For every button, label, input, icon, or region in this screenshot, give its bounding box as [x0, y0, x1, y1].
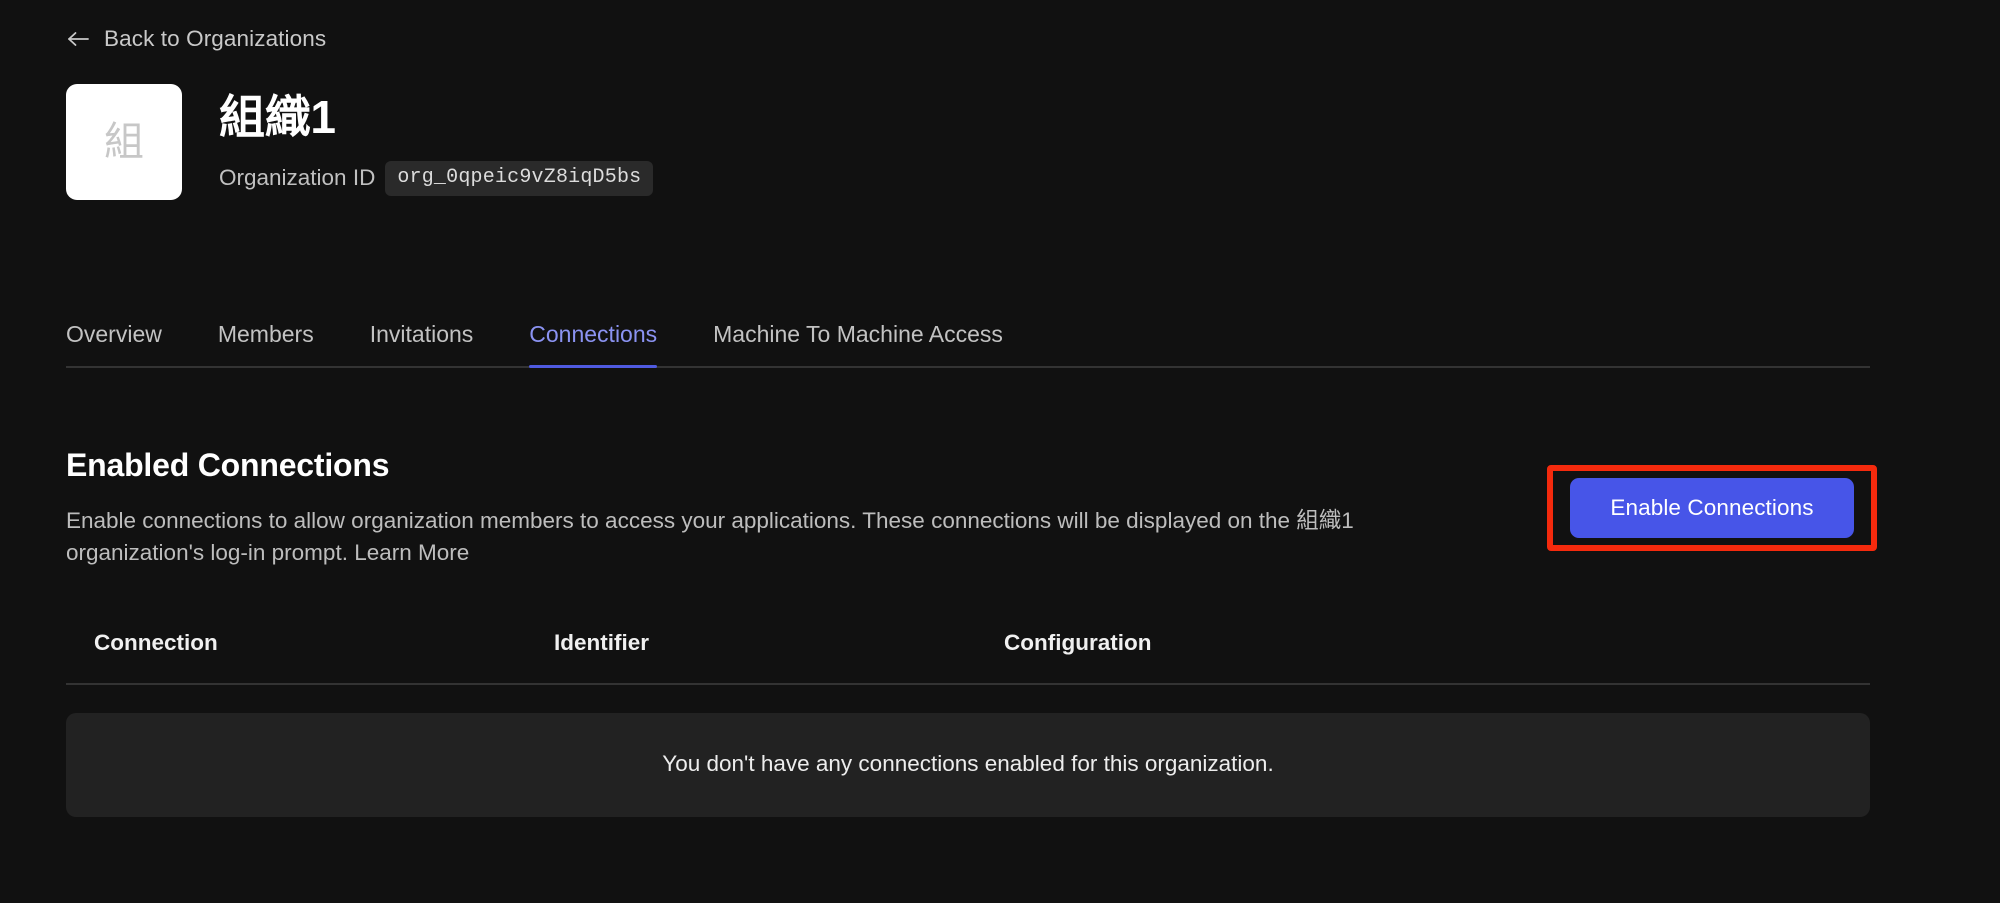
- tab-overview[interactable]: Overview: [66, 323, 162, 366]
- organization-id-value[interactable]: org_0qpeic9vZ8iqD5bs: [385, 160, 654, 196]
- column-header-connection: Connection: [94, 630, 218, 655]
- organization-id-row: Organization ID org_0qpeic9vZ8iqD5bs: [219, 160, 654, 196]
- organization-meta: 組織1 Organization ID org_0qpeic9vZ8iqD5bs: [219, 84, 654, 196]
- section-description: Enable connections to allow organization…: [66, 505, 1486, 569]
- connections-empty-state: You don't have any connections enabled f…: [66, 712, 1870, 817]
- column-header-configuration: Configuration: [1004, 630, 1152, 655]
- section-description-text: Enable connections to allow organization…: [66, 508, 1354, 566]
- empty-state-message: You don't have any connections enabled f…: [662, 751, 1274, 777]
- tab-invitations[interactable]: Invitations: [370, 323, 474, 366]
- enable-connections-highlight: Enable Connections: [1547, 465, 1877, 551]
- organization-header: 組 組織1 Organization ID org_0qpeic9vZ8iqD5…: [66, 84, 654, 200]
- table-header-row: Connection Identifier Configuration: [66, 630, 1870, 685]
- tab-connections[interactable]: Connections: [529, 323, 657, 368]
- arrow-left-icon: [66, 29, 90, 49]
- learn-more-link[interactable]: Learn More: [354, 540, 469, 565]
- enable-connections-button[interactable]: Enable Connections: [1570, 478, 1854, 538]
- organization-connections-page: Back to Organizations 組 組織1 Organization…: [0, 0, 2000, 903]
- organization-id-label: Organization ID: [219, 164, 376, 190]
- avatar-letter: 組: [104, 120, 144, 164]
- column-header-identifier: Identifier: [554, 630, 650, 655]
- back-to-organizations-link[interactable]: Back to Organizations: [66, 26, 327, 51]
- page-title: 組織1: [219, 91, 336, 143]
- organization-avatar: 組: [66, 84, 182, 200]
- tab-members[interactable]: Members: [218, 323, 314, 366]
- organization-tabs: Overview Members Invitations Connections…: [66, 300, 1870, 368]
- tab-machine-to-machine-access[interactable]: Machine To Machine Access: [713, 323, 1003, 366]
- connections-table: Connection Identifier Configuration You …: [66, 630, 1870, 817]
- back-link-label: Back to Organizations: [104, 26, 327, 51]
